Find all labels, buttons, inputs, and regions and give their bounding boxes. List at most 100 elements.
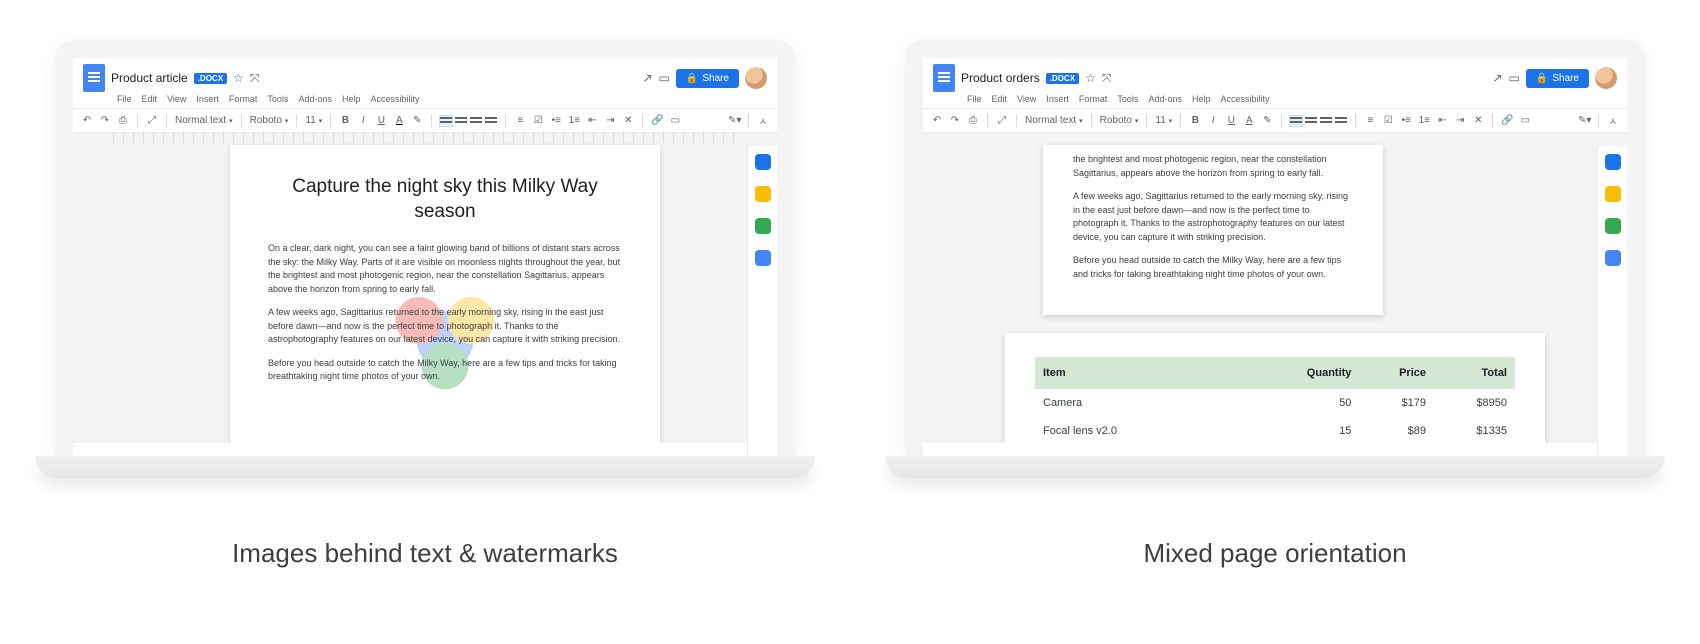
textcolor-icon[interactable]: A — [1243, 115, 1255, 126]
portrait-page[interactable]: the brightest and most photogenic region… — [1043, 145, 1383, 315]
fontsize-dropdown[interactable]: 11 — [305, 115, 322, 126]
docs-logo-icon[interactable] — [933, 64, 955, 92]
star-icon[interactable]: ☆ — [233, 71, 244, 86]
clear-format-icon[interactable]: ✕ — [1472, 115, 1484, 126]
menu-format[interactable]: Format — [229, 94, 258, 104]
print-icon[interactable]: ⎙ — [117, 115, 129, 126]
canvas[interactable]: the brightest and most photogenic region… — [923, 133, 1627, 443]
bulletlist-icon[interactable]: •≡ — [1400, 115, 1412, 126]
paragraph[interactable]: Before you head outside to catch the Mil… — [1073, 254, 1353, 281]
zoom-icon[interactable]: ⤢ — [146, 115, 158, 126]
menu-insert[interactable]: Insert — [196, 94, 219, 104]
account-avatar[interactable] — [745, 67, 767, 89]
clear-format-icon[interactable]: ✕ — [622, 115, 634, 126]
canvas[interactable]: Capture the night sky this Milky Way sea… — [73, 133, 777, 443]
document-title[interactable]: Product article — [111, 71, 188, 85]
article-heading[interactable]: Capture the night sky this Milky Way sea… — [268, 175, 622, 224]
comments-icon[interactable]: ▭ — [1509, 71, 1520, 85]
align-center-icon[interactable] — [1305, 116, 1317, 126]
align-right-icon[interactable] — [1320, 116, 1332, 126]
link-icon[interactable]: 🔗 — [651, 115, 663, 126]
menu-insert[interactable]: Insert — [1046, 94, 1069, 104]
numberlist-icon[interactable]: 1≡ — [1418, 115, 1430, 126]
font-dropdown[interactable]: Roboto — [1100, 115, 1139, 126]
menu-help[interactable]: Help — [1192, 94, 1211, 104]
move-icon[interactable]: ⤧ — [250, 71, 260, 86]
menu-format[interactable]: Format — [1079, 94, 1108, 104]
italic-icon[interactable]: I — [1207, 115, 1219, 126]
menu-file[interactable]: File — [967, 94, 982, 104]
ruler[interactable] — [113, 133, 737, 143]
align-left-icon[interactable] — [1290, 116, 1302, 126]
move-icon[interactable]: ⤧ — [1102, 71, 1112, 86]
menu-file[interactable]: File — [117, 94, 132, 104]
undo-icon[interactable]: ↶ — [81, 115, 93, 126]
undo-icon[interactable]: ↶ — [931, 115, 943, 126]
underline-icon[interactable]: U — [1225, 115, 1237, 126]
align-center-icon[interactable] — [455, 116, 467, 126]
contacts-addon-icon[interactable] — [755, 250, 771, 266]
calendar-addon-icon[interactable] — [755, 154, 771, 170]
editmode-icon[interactable]: ✎▾ — [1578, 115, 1590, 126]
menu-tools[interactable]: Tools — [1117, 94, 1138, 104]
star-icon[interactable]: ☆ — [1085, 71, 1096, 86]
menu-help[interactable]: Help — [342, 94, 361, 104]
keep-addon-icon[interactable] — [1605, 186, 1621, 202]
orders-table[interactable]: Item Quantity Price Total Camera 50 — [1035, 357, 1515, 443]
share-button[interactable]: 🔒 Share — [1526, 69, 1589, 88]
menu-addons[interactable]: Add-ons — [1148, 94, 1182, 104]
numberlist-icon[interactable]: 1≡ — [568, 115, 580, 126]
paragraph[interactable]: A few weeks ago, Sagittarius returned to… — [1073, 190, 1353, 244]
menu-view[interactable]: View — [167, 94, 186, 104]
checklist-icon[interactable]: ☑ — [1382, 115, 1394, 126]
share-button[interactable]: 🔒 Share — [676, 69, 739, 88]
menu-edit[interactable]: Edit — [142, 94, 158, 104]
paragraph[interactable]: A few weeks ago, Sagittarius returned to… — [268, 306, 622, 347]
font-dropdown[interactable]: Roboto — [250, 115, 289, 126]
tasks-addon-icon[interactable] — [1605, 218, 1621, 234]
activity-icon[interactable]: ↗ — [1492, 71, 1502, 85]
document-title[interactable]: Product orders — [961, 71, 1040, 85]
textcolor-icon[interactable]: A — [393, 115, 405, 126]
indent-icon[interactable]: ⇥ — [604, 115, 616, 126]
menu-view[interactable]: View — [1017, 94, 1036, 104]
styles-dropdown[interactable]: Normal text — [175, 115, 233, 126]
align-justify-icon[interactable] — [485, 116, 497, 126]
checklist-icon[interactable]: ☑ — [532, 115, 544, 126]
keep-addon-icon[interactable] — [755, 186, 771, 202]
menu-edit[interactable]: Edit — [992, 94, 1008, 104]
table-row[interactable]: Camera 50 $179 $8950 — [1035, 389, 1515, 417]
highlight-icon[interactable]: ✎ — [411, 115, 423, 126]
bulletlist-icon[interactable]: •≡ — [550, 115, 562, 126]
menu-accessibility[interactable]: Accessibility — [1220, 94, 1269, 104]
align-justify-icon[interactable] — [1335, 116, 1347, 126]
image-icon[interactable]: ▭ — [1519, 115, 1531, 126]
image-icon[interactable]: ▭ — [669, 115, 681, 126]
landscape-page[interactable]: Item Quantity Price Total Camera 50 — [1005, 333, 1545, 443]
align-left-icon[interactable] — [440, 116, 452, 126]
activity-icon[interactable]: ↗ — [642, 71, 652, 85]
collapse-icon[interactable]: ㅅ — [1607, 113, 1619, 128]
underline-icon[interactable]: U — [375, 115, 387, 126]
styles-dropdown[interactable]: Normal text — [1025, 115, 1083, 126]
highlight-icon[interactable]: ✎ — [1261, 115, 1273, 126]
fontsize-dropdown[interactable]: 11 — [1155, 115, 1172, 126]
account-avatar[interactable] — [1595, 67, 1617, 89]
outdent-icon[interactable]: ⇤ — [1436, 115, 1448, 126]
linespacing-icon[interactable]: ≡ — [1364, 115, 1376, 126]
editmode-icon[interactable]: ✎▾ — [728, 115, 740, 126]
bold-icon[interactable]: B — [1189, 115, 1201, 126]
print-icon[interactable]: ⎙ — [967, 115, 979, 126]
redo-icon[interactable]: ↷ — [99, 115, 111, 126]
document-page[interactable]: Capture the night sky this Milky Way sea… — [230, 145, 660, 443]
zoom-icon[interactable]: ⤢ — [996, 115, 1008, 126]
outdent-icon[interactable]: ⇤ — [586, 115, 598, 126]
redo-icon[interactable]: ↷ — [949, 115, 961, 126]
menu-accessibility[interactable]: Accessibility — [370, 94, 419, 104]
menu-addons[interactable]: Add-ons — [298, 94, 332, 104]
docs-logo-icon[interactable] — [83, 64, 105, 92]
indent-icon[interactable]: ⇥ — [1454, 115, 1466, 126]
align-right-icon[interactable] — [470, 116, 482, 126]
paragraph[interactable]: the brightest and most photogenic region… — [1073, 153, 1353, 180]
collapse-icon[interactable]: ㅅ — [757, 113, 769, 128]
